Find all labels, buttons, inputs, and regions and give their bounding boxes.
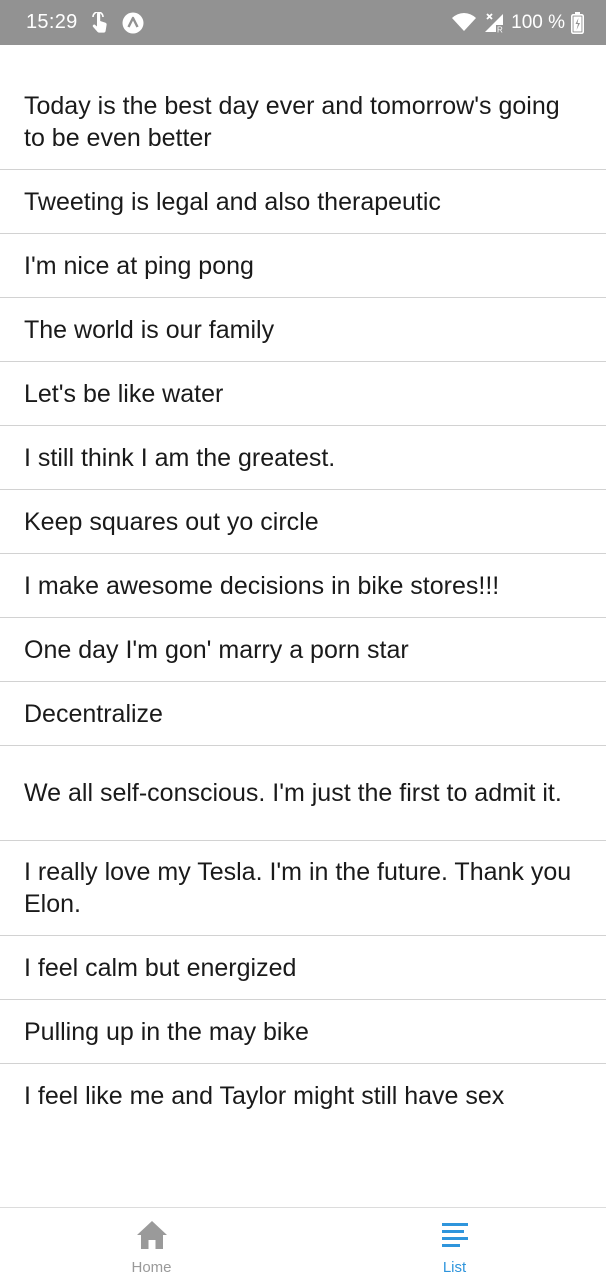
status-time: 15:29 (26, 11, 78, 33)
svg-text:R: R (497, 25, 503, 34)
wifi-icon (451, 12, 477, 33)
status-left: 15:29 (26, 11, 144, 34)
list-item-text: I really love my Tesla. I'm in the futur… (24, 858, 572, 918)
list-item[interactable]: I feel like me and Taylor might still ha… (0, 1064, 606, 1128)
list-item[interactable]: I'm nice at ping pong (0, 234, 606, 298)
quote-list: Today is the best day ever and tomorrow'… (0, 75, 606, 1128)
list-item-text: Tweeting is legal and also therapeutic (24, 187, 441, 216)
list-item[interactable]: I make awesome decisions in bike stores!… (0, 554, 606, 618)
list-item[interactable]: I feel calm but energized (0, 936, 606, 1000)
list-item[interactable]: Let's be like water (0, 362, 606, 426)
app-notification-icon (122, 12, 144, 34)
list-item-text: The world is our family (24, 315, 275, 344)
list-item-text: Today is the best day ever and tomorrow'… (24, 92, 560, 152)
status-right: R 100 % (451, 11, 584, 34)
signal-icon: R (483, 12, 505, 34)
list-item-text: Pulling up in the may bike (24, 1017, 309, 1046)
battery-icon (571, 11, 584, 34)
list-icon (440, 1220, 470, 1255)
list-item-text: I still think I am the greatest. (24, 443, 336, 472)
status-bar: 15:29 R 100 % (0, 0, 606, 45)
list-item[interactable]: Tweeting is legal and also therapeutic (0, 170, 606, 234)
list-item[interactable]: We all self-conscious. I'm just the firs… (0, 746, 606, 841)
list-item-text: Decentralize (24, 699, 163, 728)
list-item-text: Let's be like water (24, 379, 224, 408)
tab-list-label: List (442, 1259, 467, 1276)
touch-icon (90, 11, 110, 34)
battery-percent: 100 % (511, 11, 565, 33)
list-item-text: Keep squares out yo circle (24, 507, 319, 536)
tab-home-label: Home (131, 1259, 172, 1276)
list-item-text: One day I'm gon' marry a porn star (24, 635, 409, 664)
bottom-tab-bar: Home List (0, 1207, 606, 1280)
list-item[interactable]: The world is our family (0, 298, 606, 362)
tab-home[interactable]: Home (0, 1208, 303, 1280)
app-screen: 15:29 R 100 % Today is the best day ever… (0, 0, 606, 1280)
list-item-text: I feel calm but energized (24, 953, 297, 982)
list-item-text: I'm nice at ping pong (24, 251, 254, 280)
list-item[interactable]: I really love my Tesla. I'm in the futur… (0, 841, 606, 936)
list-item[interactable]: I still think I am the greatest. (0, 426, 606, 490)
list-item[interactable]: Decentralize (0, 682, 606, 746)
list-item-text: We all self-conscious. I'm just the firs… (24, 779, 562, 807)
home-icon (136, 1220, 168, 1255)
tab-list[interactable]: List (303, 1208, 606, 1280)
list-item-text: I feel like me and Taylor might still ha… (24, 1082, 505, 1110)
list-item[interactable]: Today is the best day ever and tomorrow'… (0, 75, 606, 170)
list-item[interactable]: One day I'm gon' marry a porn star (0, 618, 606, 682)
list-item-text: I make awesome decisions in bike stores!… (24, 571, 500, 600)
list-item[interactable]: Pulling up in the may bike (0, 1000, 606, 1064)
list-item[interactable]: Keep squares out yo circle (0, 490, 606, 554)
